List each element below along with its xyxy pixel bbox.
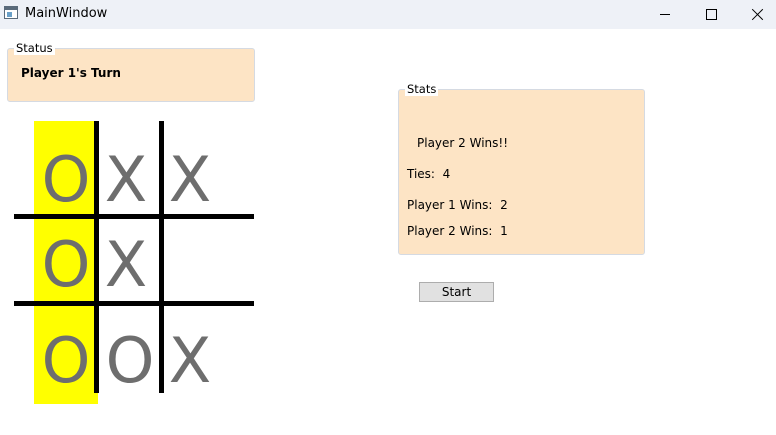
- cell-1-1[interactable]: X: [93, 220, 159, 310]
- stats-group: Stats Player 2 Wins!! Ties: 4 Player 1 W…: [398, 82, 645, 255]
- player1-wins: Player 1 Wins: 2: [407, 198, 508, 212]
- start-button[interactable]: Start: [419, 282, 494, 302]
- grid-line-v1: [94, 121, 99, 393]
- title-bar: MainWindow: [0, 0, 776, 29]
- grid-line-h2: [14, 301, 254, 306]
- cell-2-0[interactable]: O: [33, 316, 99, 406]
- status-message: Player 1's Turn: [21, 66, 121, 80]
- cell-2-1[interactable]: O: [97, 316, 163, 406]
- cell-2-2[interactable]: X: [157, 316, 223, 406]
- game-result: Player 2 Wins!!: [417, 136, 509, 150]
- cell-0-2[interactable]: X: [157, 135, 223, 225]
- minimize-icon: [660, 14, 670, 15]
- maximize-button[interactable]: [688, 0, 734, 29]
- cell-0-1[interactable]: X: [93, 135, 159, 225]
- status-group: Status Player 1's Turn: [7, 41, 255, 102]
- cell-1-0[interactable]: O: [33, 220, 99, 310]
- player2-wins: Player 2 Wins: 1: [407, 224, 508, 238]
- ties-count: Ties: 4: [407, 167, 451, 181]
- close-icon: [751, 8, 764, 21]
- window-title: MainWindow: [25, 6, 108, 21]
- grid-line-v2: [159, 121, 164, 393]
- minimize-button[interactable]: [642, 0, 688, 29]
- maximize-icon: [705, 9, 717, 20]
- cell-1-2[interactable]: [157, 220, 223, 310]
- status-group-label: Status: [14, 41, 55, 55]
- app-icon: [4, 6, 18, 19]
- grid-line-h1: [14, 214, 254, 219]
- close-button[interactable]: [734, 0, 776, 29]
- stats-group-label: Stats: [405, 82, 439, 96]
- cell-0-0[interactable]: O: [33, 135, 99, 225]
